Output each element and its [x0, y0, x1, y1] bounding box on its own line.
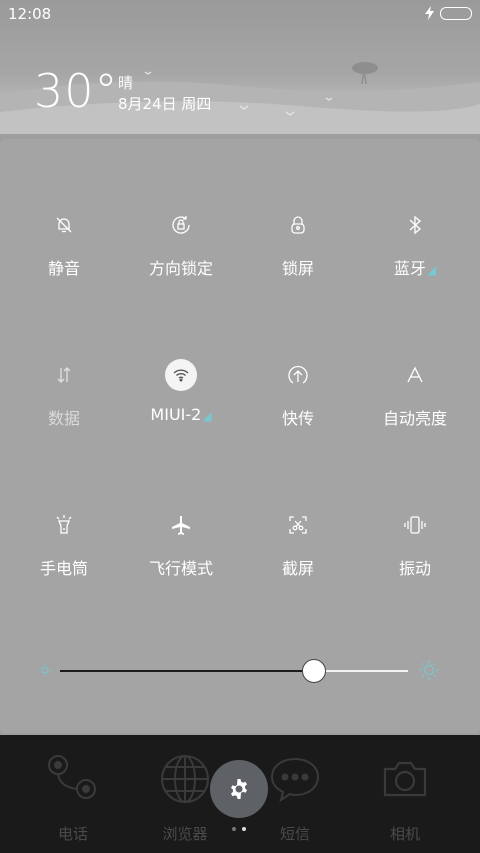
battery-icon — [440, 6, 472, 20]
toggle-label: 飞行模式 — [148, 559, 213, 578]
toggle-lock-screen[interactable]: 锁屏 — [238, 209, 358, 299]
toggle-airplane-mode[interactable]: 飞行模式 — [121, 509, 241, 599]
phone-icon — [48, 755, 96, 799]
flashlight-icon — [48, 509, 80, 541]
toggle-auto-brightness[interactable]: 自动亮度 — [355, 359, 475, 449]
toggle-quick-transfer[interactable]: 快传 — [238, 359, 358, 449]
quick-settings-panel: 静音 方向锁定 锁屏 蓝牙◢ 数据 MIUI-2◢ 快传 自动亮度 手电筒 飞行… — [0, 139, 480, 733]
mute-bell-icon — [48, 209, 80, 241]
brightness-slider[interactable] — [38, 654, 442, 688]
toggle-label: 锁屏 — [281, 259, 314, 278]
mobile-data-icon — [48, 359, 80, 391]
page-dot-active — [242, 827, 246, 831]
rotation-lock-icon — [165, 209, 197, 241]
toggle-label-text: 蓝牙 — [393, 259, 426, 278]
brightness-low-icon — [39, 664, 51, 676]
app-phone[interactable]: 电话 — [28, 753, 118, 844]
temperature: 30° — [34, 64, 119, 118]
dock-label: 短信 — [279, 825, 310, 843]
screenshot-icon — [282, 509, 314, 541]
expand-indicator-icon: ◢ — [426, 263, 437, 277]
status-indicators — [425, 6, 472, 20]
brightness-thumb[interactable] — [302, 659, 327, 683]
lock-icon — [282, 209, 314, 241]
settings-button[interactable] — [210, 760, 268, 818]
toggle-mute[interactable]: 静音 — [4, 209, 124, 299]
toggle-mobile-data[interactable]: 数据 — [4, 359, 124, 449]
toggle-label: 截屏 — [281, 559, 314, 578]
toggle-label: 蓝牙◢ — [394, 255, 436, 279]
toggle-label: 振动 — [398, 559, 431, 578]
page-indicator — [232, 827, 246, 831]
quick-transfer-icon — [282, 359, 314, 391]
gear-icon — [231, 779, 247, 799]
toggle-flashlight[interactable]: 手电筒 — [4, 509, 124, 599]
dock-label: 浏览器 — [162, 825, 208, 843]
status-time: 12:08 — [8, 5, 52, 23]
toggle-label: 手电筒 — [39, 559, 88, 578]
brightness-track — [314, 670, 408, 672]
page-dot — [232, 827, 236, 831]
bluetooth-icon — [399, 209, 431, 241]
wifi-icon — [165, 359, 197, 391]
toggle-wifi[interactable]: MIUI-2◢ — [121, 359, 241, 449]
charging-bolt-icon — [425, 6, 434, 20]
toggle-bluetooth[interactable]: 蓝牙◢ — [355, 209, 475, 299]
weather-date: 8月24日 周四 — [118, 95, 212, 113]
browser-globe-icon — [161, 755, 209, 803]
weather-condition: 晴 — [118, 74, 134, 92]
auto-brightness-icon — [399, 359, 431, 391]
brightness-high-icon — [419, 660, 439, 680]
toggle-label: 快传 — [281, 409, 314, 428]
app-camera[interactable]: 相机 — [360, 753, 450, 844]
toggle-vibrate[interactable]: 振动 — [355, 509, 475, 599]
dock-label: 相机 — [389, 825, 420, 843]
toggle-rotation-lock[interactable]: 方向锁定 — [121, 209, 241, 299]
toggle-label: 方向锁定 — [148, 259, 213, 278]
expand-indicator-icon: ◢ — [202, 409, 212, 423]
airplane-icon — [165, 509, 197, 541]
camera-icon — [383, 761, 427, 797]
dock-label: 电话 — [57, 825, 88, 843]
messages-icon — [270, 757, 320, 803]
toggle-label: 数据 — [47, 409, 80, 428]
toggle-label: 自动亮度 — [382, 409, 447, 428]
toggle-label-text: MIUI-2 — [150, 405, 202, 424]
brightness-track-filled — [60, 670, 315, 672]
toggle-screenshot[interactable]: 截屏 — [238, 509, 358, 599]
toggle-label: MIUI-2◢ — [150, 405, 211, 424]
status-bar: 12:08 — [0, 0, 480, 28]
toggle-label: 静音 — [47, 259, 80, 278]
vibrate-icon — [399, 509, 431, 541]
